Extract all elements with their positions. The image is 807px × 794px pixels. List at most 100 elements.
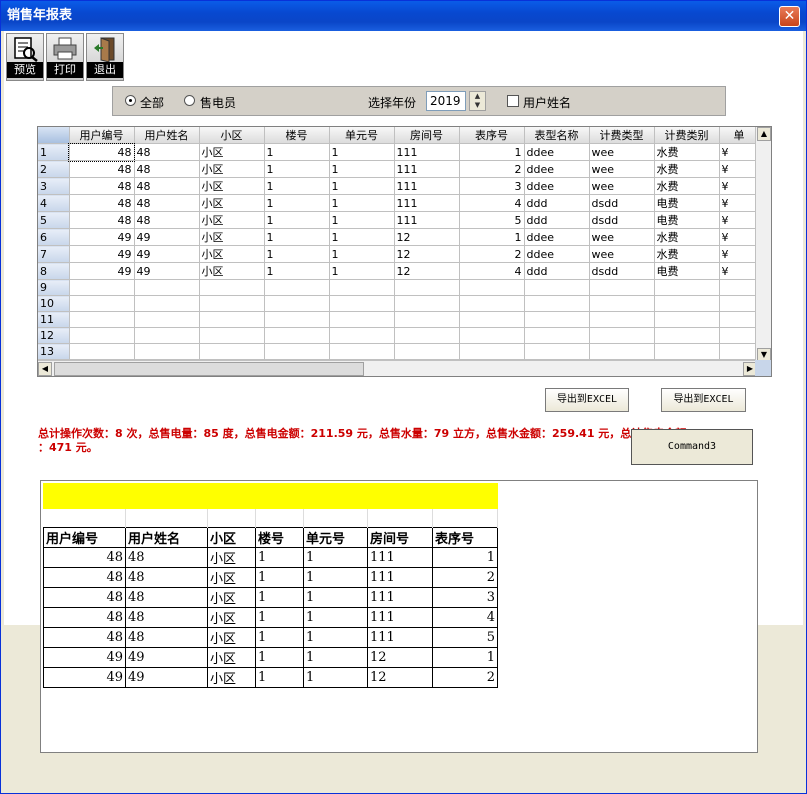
grid-cell[interactable]: 小区 <box>199 143 265 161</box>
grid-cell[interactable] <box>654 343 720 360</box>
grid-cell[interactable]: 小区 <box>199 194 265 212</box>
grid-row-header[interactable]: 10 <box>38 295 70 312</box>
grid-cell[interactable] <box>589 327 655 344</box>
grid-cell[interactable] <box>459 279 525 296</box>
grid-row-header[interactable]: 4 <box>38 194 70 212</box>
grid-cell[interactable]: 2 <box>459 245 525 263</box>
grid-header-cell[interactable]: 单元号 <box>329 127 395 144</box>
grid-cell[interactable]: ddd <box>524 211 590 229</box>
grid-cell[interactable]: ddd <box>524 194 590 212</box>
export-excel-button-1[interactable]: 导出到EXCEL <box>545 388 629 412</box>
grid-cell[interactable] <box>589 343 655 360</box>
grid-cell[interactable]: 1 <box>264 143 330 161</box>
grid-cell[interactable]: 电费 <box>654 194 720 212</box>
grid-cell[interactable]: 1 <box>329 177 395 195</box>
grid-cell[interactable]: ¥ <box>719 211 760 229</box>
horizontal-scroll-thumb[interactable] <box>54 362 364 376</box>
grid-header-cell[interactable]: 表序号 <box>459 127 525 144</box>
grid-row-header[interactable]: 1 <box>38 143 70 161</box>
grid-cell[interactable] <box>459 327 525 344</box>
grid-cell[interactable]: 水费 <box>654 228 720 246</box>
grid-cell[interactable]: 111 <box>394 177 460 195</box>
grid-cell[interactable]: ddee <box>524 177 590 195</box>
grid-cell[interactable] <box>719 327 760 344</box>
data-grid[interactable]: 用户编号 用户姓名 小区 楼号 单元号 房间号 表序号 表型名称 计费类型 计费类别单 1 48 48… <box>37 126 772 377</box>
grid-cell[interactable] <box>69 311 135 328</box>
grid-cell[interactable] <box>524 343 590 360</box>
grid-cell[interactable] <box>394 343 460 360</box>
grid-cell[interactable]: 48 <box>69 194 135 212</box>
grid-cell[interactable]: 48 <box>69 160 135 178</box>
grid-cell[interactable]: dsdd <box>589 194 655 212</box>
grid-cell[interactable]: 小区 <box>199 177 265 195</box>
grid-cell[interactable] <box>394 295 460 312</box>
grid-row-header[interactable]: 8 <box>38 262 70 280</box>
grid-cell[interactable]: wee <box>589 160 655 178</box>
grid-cell[interactable]: ¥ <box>719 177 760 195</box>
grid-cell[interactable]: 1 <box>329 160 395 178</box>
grid-cell[interactable] <box>264 343 330 360</box>
username-checkbox[interactable] <box>507 95 519 107</box>
grid-cell[interactable]: 49 <box>69 262 135 280</box>
grid-cell[interactable]: ¥ <box>719 245 760 263</box>
spin-down-icon[interactable]: ▼ <box>470 101 485 110</box>
grid-cell[interactable]: 1 <box>329 194 395 212</box>
grid-row[interactable]: 12 <box>38 327 760 344</box>
grid-cell[interactable] <box>524 279 590 296</box>
grid-cell[interactable] <box>134 327 200 344</box>
year-input[interactable]: 2019 <box>426 91 466 111</box>
grid-cell[interactable] <box>654 327 720 344</box>
grid-cell[interactable]: 1 <box>264 262 330 280</box>
grid-cell[interactable] <box>329 279 395 296</box>
grid-row[interactable]: 7 49 49 小区 1 1 12 2 ddee wee 水费 ¥ <box>38 245 760 263</box>
grid-cell[interactable]: 12 <box>394 245 460 263</box>
spin-up-icon[interactable]: ▲ <box>470 92 485 101</box>
grid-cell[interactable] <box>589 311 655 328</box>
grid-header-cell[interactable]: 小区 <box>199 127 265 144</box>
grid-cell[interactable]: 1 <box>264 211 330 229</box>
grid-row[interactable]: 13 <box>38 343 760 360</box>
seller-radio[interactable] <box>184 95 195 106</box>
grid-cell[interactable]: 4 <box>459 262 525 280</box>
grid-cell[interactable]: ¥ <box>719 228 760 246</box>
grid-cell[interactable]: 1 <box>329 262 395 280</box>
grid-cell[interactable]: ¥ <box>719 143 760 161</box>
preview-button[interactable]: 预览 <box>6 33 44 81</box>
grid-cell[interactable] <box>199 295 265 312</box>
grid-header-cell[interactable]: 计费类型 <box>589 127 655 144</box>
grid-header-cell[interactable]: 用户姓名 <box>134 127 200 144</box>
grid-cell[interactable]: wee <box>589 245 655 263</box>
grid-row[interactable]: 1 48 48 小区 1 1 111 1 ddee wee 水费 ¥ <box>38 142 760 162</box>
grid-cell[interactable]: ddee <box>524 245 590 263</box>
grid-cell[interactable]: 水费 <box>654 143 720 161</box>
grid-cell[interactable] <box>329 311 395 328</box>
grid-cell[interactable]: 小区 <box>199 211 265 229</box>
grid-cell[interactable]: 49 <box>69 228 135 246</box>
exit-button[interactable]: 退出 <box>86 33 124 81</box>
grid-row[interactable]: 3 48 48 小区 1 1 111 3 ddee wee 水费 ¥ <box>38 177 760 195</box>
grid-cell[interactable]: 1 <box>329 228 395 246</box>
grid-cell[interactable] <box>134 279 200 296</box>
grid-cell[interactable]: 1 <box>329 211 395 229</box>
grid-cell[interactable]: 小区 <box>199 262 265 280</box>
grid-cell[interactable]: 12 <box>394 262 460 280</box>
grid-cell[interactable]: 111 <box>394 160 460 178</box>
grid-row-header[interactable]: 3 <box>38 177 70 195</box>
grid-header-cell[interactable]: 用户编号 <box>69 127 135 144</box>
grid-cell[interactable]: 48 <box>69 177 135 195</box>
grid-cell[interactable]: wee <box>589 143 655 161</box>
grid-cell[interactable]: 水费 <box>654 245 720 263</box>
grid-cell[interactable] <box>589 279 655 296</box>
grid-cell[interactable]: ¥ <box>719 160 760 178</box>
grid-cell[interactable]: 小区 <box>199 160 265 178</box>
grid-cell[interactable]: dsdd <box>589 262 655 280</box>
grid-row-header[interactable]: 5 <box>38 211 70 229</box>
grid-row-header[interactable]: 2 <box>38 160 70 178</box>
grid-cell[interactable]: ¥ <box>719 194 760 212</box>
grid-cell[interactable]: 48 <box>134 211 200 229</box>
command3-button[interactable]: Command3 <box>631 429 753 465</box>
grid-cell[interactable] <box>264 279 330 296</box>
grid-cell[interactable] <box>394 279 460 296</box>
grid-cell[interactable]: 48 <box>69 211 135 229</box>
grid-cell[interactable] <box>199 343 265 360</box>
